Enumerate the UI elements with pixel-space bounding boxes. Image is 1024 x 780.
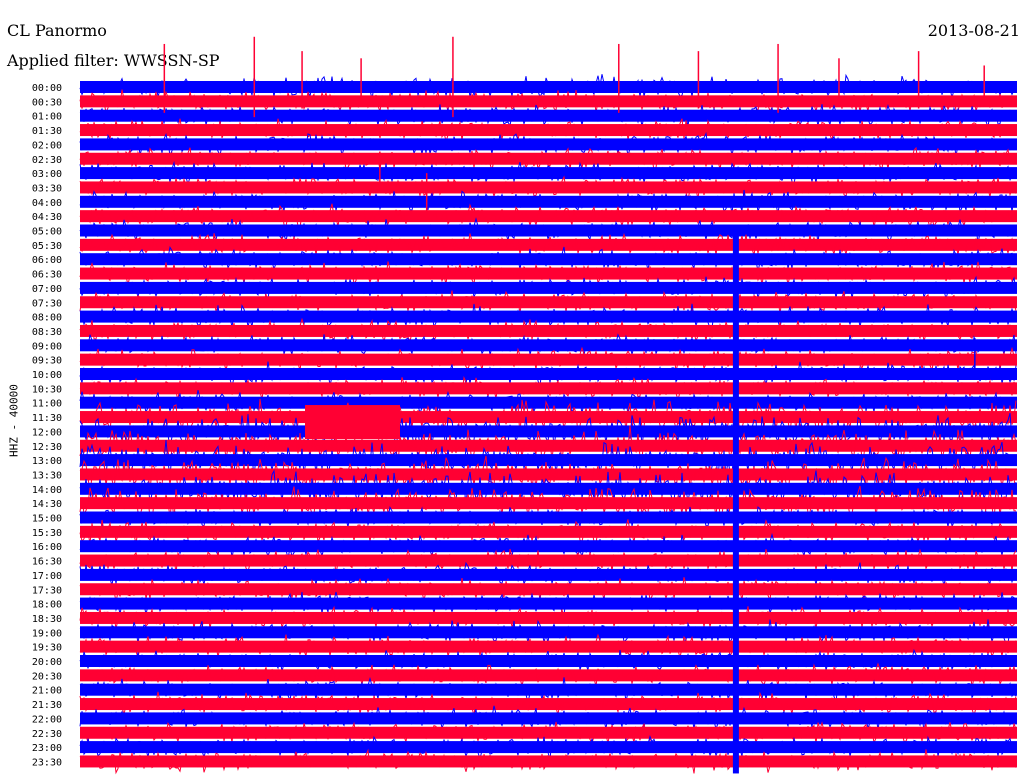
time-label: 00:30 — [32, 97, 62, 108]
time-label: 06:30 — [32, 270, 62, 281]
trace-band — [80, 411, 1017, 424]
time-label: 00:00 — [32, 83, 62, 94]
time-label: 05:30 — [32, 241, 62, 252]
time-label: 04:00 — [32, 198, 62, 209]
trace-band — [80, 755, 1017, 768]
time-label: 22:30 — [32, 729, 62, 740]
time-label: 01:00 — [32, 112, 62, 123]
time-label: 09:00 — [32, 341, 62, 352]
trace-band — [80, 224, 1017, 237]
time-label: 17:00 — [32, 571, 62, 582]
time-label: 11:00 — [32, 399, 62, 410]
trace-band — [80, 540, 1017, 553]
time-label: 06:00 — [32, 255, 62, 266]
time-label: 21:00 — [32, 686, 62, 697]
trace-band — [80, 324, 1017, 337]
time-label: 17:30 — [32, 585, 62, 596]
time-label: 16:30 — [32, 557, 62, 568]
time-label: 08:00 — [32, 313, 62, 324]
time-label: 23:30 — [32, 757, 62, 768]
time-label: 20:30 — [32, 671, 62, 682]
time-label: 15:00 — [32, 514, 62, 525]
time-label: 08:30 — [32, 327, 62, 338]
time-label: 07:30 — [32, 298, 62, 309]
time-label: 14:00 — [32, 485, 62, 496]
time-label: 14:30 — [32, 499, 62, 510]
time-label: 01:30 — [32, 126, 62, 137]
time-label: 09:30 — [32, 356, 62, 367]
time-label: 19:30 — [32, 643, 62, 654]
time-label: 13:30 — [32, 470, 62, 481]
time-label: 02:00 — [32, 140, 62, 151]
time-label: 03:30 — [32, 183, 62, 194]
event-burst — [305, 405, 400, 440]
time-label: 11:30 — [32, 413, 62, 424]
long-event-trace — [732, 230, 739, 774]
time-label: 03:00 — [32, 169, 62, 180]
time-label: 10:30 — [32, 384, 62, 395]
time-label: 04:30 — [32, 212, 62, 223]
time-label: 12:30 — [32, 442, 62, 453]
time-label: 18:00 — [32, 600, 62, 611]
time-label: 07:00 — [32, 284, 62, 295]
time-label: 19:00 — [32, 628, 62, 639]
time-label: 12:00 — [32, 427, 62, 438]
time-label: 02:30 — [32, 155, 62, 166]
time-label: 05:00 — [32, 227, 62, 238]
time-label: 20:00 — [32, 657, 62, 668]
time-label: 23:00 — [32, 743, 62, 754]
time-label: 21:30 — [32, 700, 62, 711]
time-label: 13:00 — [32, 456, 62, 467]
helicorder-plot: 00:00 00:30 01:00 01:30 02:00 02:30 03:00 03:30… — [32, 36, 1017, 775]
time-label: 15:30 — [32, 528, 62, 539]
time-label: 22:00 — [32, 714, 62, 725]
time-label: 18:30 — [32, 614, 62, 625]
time-label: 10:00 — [32, 370, 62, 381]
time-label: 16:00 — [32, 542, 62, 553]
